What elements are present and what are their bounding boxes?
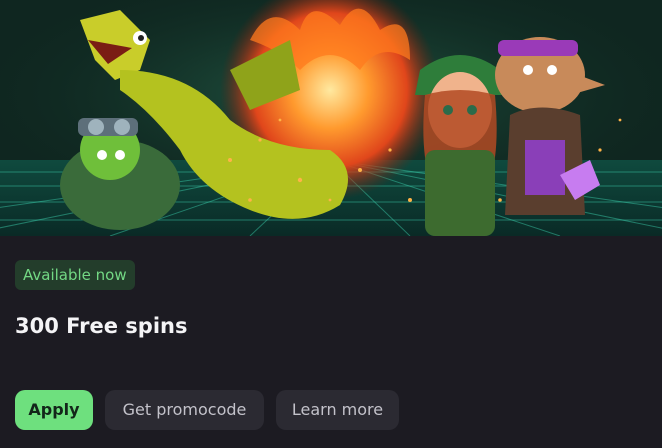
- promo-card: Available now 300 Free spins Apply Get p…: [0, 0, 662, 448]
- apply-button[interactable]: Apply: [15, 390, 93, 430]
- availability-badge: Available now: [15, 260, 135, 290]
- promo-content: Available now 300 Free spins Apply Get p…: [0, 236, 662, 448]
- promo-banner-image: [0, 0, 662, 236]
- elf-girl-character: [415, 55, 505, 236]
- promo-title: 300 Free spins: [15, 314, 188, 338]
- learn-more-button[interactable]: Learn more: [276, 390, 399, 430]
- get-promocode-button[interactable]: Get promocode: [105, 390, 264, 430]
